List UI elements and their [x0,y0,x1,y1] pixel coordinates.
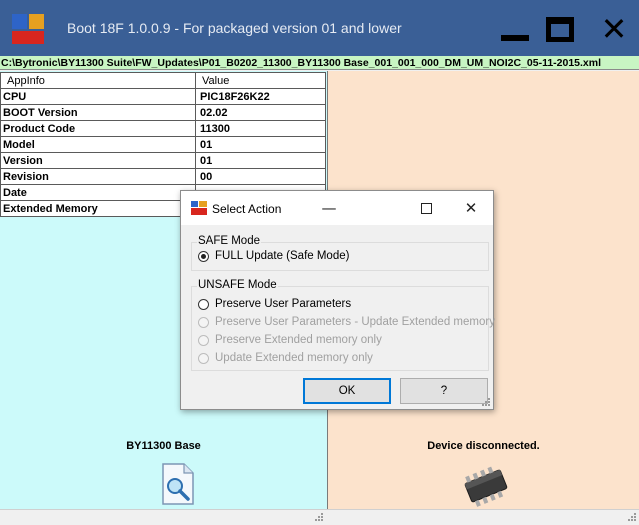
table-row[interactable]: Product Code 11300 [0,120,326,137]
row-value: 01 [195,136,326,153]
row-value: 01 [195,152,326,169]
safe-mode-group: SAFE Mode FULL Update (Safe Mode) [191,235,489,271]
row-key: Product Code [0,120,196,137]
radio-label: Preserve Extended memory only [215,334,382,346]
window-title: Boot 18F 1.0.0.9 - For packaged version … [67,20,402,36]
safe-mode-label: SAFE Mode [197,235,261,247]
row-key: BOOT Version [0,104,196,121]
row-key: Model [0,136,196,153]
select-action-dialog: Select Action — ✕ SAFE Mode FULL Update … [180,190,495,410]
dialog-minimize-button[interactable]: — [314,197,344,219]
document-search-icon[interactable] [161,463,195,505]
dialog-app-icon [191,201,207,215]
help-button[interactable]: ? [400,378,488,404]
row-key: Revision [0,168,196,185]
dialog-title-bar[interactable]: Select Action — ✕ [181,191,493,225]
table-row[interactable]: Model 01 [0,136,326,153]
table-row[interactable]: CPU PIC18F26K22 [0,88,326,105]
row-key: CPU [0,88,196,105]
row-value: 00 [195,168,326,185]
maximize-icon [421,203,432,214]
table-row[interactable]: BOOT Version 02.02 [0,104,326,121]
chip-icon [464,466,508,507]
ok-button[interactable]: OK [303,378,391,404]
column-header-appinfo[interactable]: AppInfo [0,72,196,89]
row-value: 11300 [195,120,326,137]
radio-button [198,317,209,328]
radio-button [198,335,209,346]
radio-label: Preserve User Parameters - Update Extend… [215,316,495,328]
maximize-button[interactable] [542,14,578,44]
close-button[interactable]: ✕ [598,13,630,45]
table-row[interactable]: Version 01 [0,152,326,169]
minimize-button[interactable] [497,14,533,44]
column-header-value[interactable]: Value [195,72,326,89]
app-icon [12,14,44,44]
dialog-title: Select Action [212,202,282,216]
dialog-resize-grip[interactable] [481,397,491,407]
radio-button[interactable] [198,251,209,262]
radio-button [198,353,209,364]
dialog-close-button[interactable]: ✕ [456,197,486,219]
right-resize-grip[interactable] [627,512,637,522]
radio-button[interactable] [198,299,209,310]
table-header-row: AppInfo Value [0,72,326,89]
table-row[interactable]: Revision 00 [0,168,326,185]
radio-label: FULL Update (Safe Mode) [215,250,350,262]
base-caption: BY11300 Base [126,440,201,452]
row-value: 02.02 [195,104,326,121]
device-status-text: Device disconnected. [427,440,540,452]
row-key: Version [0,152,196,169]
radio-label: Update Extended memory only [215,352,373,364]
unsafe-mode-group: UNSAFE Mode Preserve User Parameters Pre… [191,279,495,371]
left-resize-grip[interactable] [314,512,324,522]
title-bar: Boot 18F 1.0.0.9 - For packaged version … [0,0,639,56]
unsafe-mode-label: UNSAFE Mode [197,279,278,291]
row-value: PIC18F26K22 [195,88,326,105]
radio-label: Preserve User Parameters [215,298,352,310]
row-key: Date [0,184,196,201]
file-path-bar: C:\Bytronic\BY11300 Suite\FW_Updates\P01… [0,56,639,70]
row-key: Extended Memory [0,200,196,217]
